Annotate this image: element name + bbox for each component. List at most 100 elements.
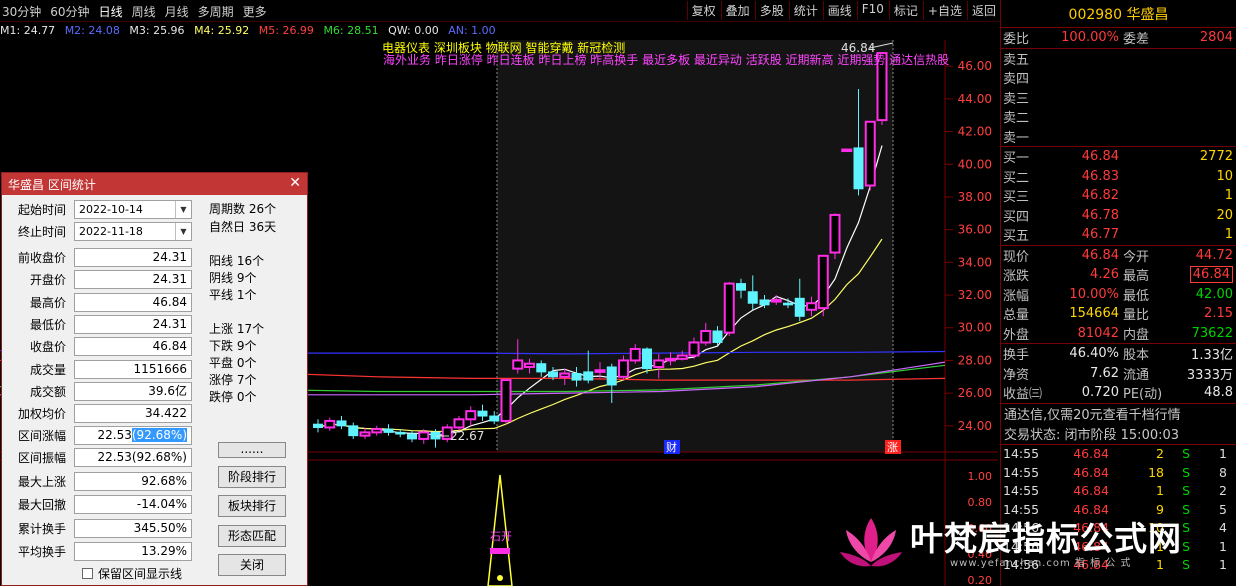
close-icon[interactable]: ✕ xyxy=(289,175,301,191)
field-row: 最低价 24.31 xyxy=(2,314,192,335)
chevron-down-icon[interactable]: ▼ xyxy=(175,201,191,218)
field-value[interactable]: 24.31 xyxy=(74,314,192,334)
price-stat-row: 涨幅 10.00% 最低 42.00 xyxy=(1001,285,1236,305)
stat-natural-days: 自然日 36天 xyxy=(209,220,277,234)
upgrade-ad[interactable]: 通达信,仅需20元查看千档行情 xyxy=(1001,404,1236,424)
field-value[interactable]: 46.84 xyxy=(74,292,192,312)
candle-body xyxy=(407,433,417,440)
toolbar-button-7[interactable]: +自选 xyxy=(922,1,966,20)
stat-value: 46.84 xyxy=(1155,266,1235,284)
field-value[interactable]: 92.68% xyxy=(74,471,192,491)
y-tick-label: 36.00 xyxy=(958,223,992,237)
candle-body xyxy=(783,302,793,306)
end-date-picker[interactable]: 2022-11-18 ▼ xyxy=(74,222,192,241)
field-value[interactable]: 22.53(92.68%) xyxy=(74,448,192,467)
candle-body xyxy=(336,420,347,427)
stat-down: 下跌 9个 xyxy=(209,339,257,353)
bid-row: 买三 46.82 1 xyxy=(1001,186,1236,206)
field-value[interactable]: 13.29% xyxy=(74,542,192,562)
fundamental-row: 收益㈢ 0.720 PE(动) 48.8 xyxy=(1001,383,1236,403)
field-value[interactable]: -14.04% xyxy=(74,495,192,515)
stat-limit-down: 跌停 0个 xyxy=(209,390,257,404)
stat-label: 今开 xyxy=(1123,249,1150,265)
period-tab-3[interactable]: 周线 xyxy=(132,3,156,20)
toolbar-button-2[interactable]: 多股 xyxy=(754,1,788,20)
field-label: 收盘价 xyxy=(29,340,66,355)
stat-label: 最高 xyxy=(1123,269,1150,285)
candle-body xyxy=(477,410,488,417)
bid-label: 买三 xyxy=(1003,190,1030,206)
period-tab-6[interactable]: 更多 xyxy=(243,3,267,20)
stage-rank-button[interactable]: 阶段排行 xyxy=(218,466,286,488)
more-button[interactable]: ...... xyxy=(218,442,286,458)
candle-body xyxy=(841,148,853,153)
period-tab-4[interactable]: 月线 xyxy=(165,3,189,20)
stat-value: 4.26 xyxy=(1090,267,1119,283)
field-value[interactable]: 46.84 xyxy=(74,337,192,357)
candle-body xyxy=(359,431,371,437)
bid-row: 买五 46.77 1 xyxy=(1001,225,1236,245)
period-tab-2[interactable]: 日线 xyxy=(99,3,123,20)
y-tick-label: 26.00 xyxy=(958,386,992,400)
sub-indicator-bar xyxy=(490,548,510,554)
stat-value-text: 44.72 xyxy=(1195,247,1233,263)
toolbar-buttons: 复权 叠加 多股 统计 画线 F10 标记 +自选 返回 xyxy=(686,1,1000,20)
field-value[interactable]: 39.6亿 xyxy=(74,381,192,401)
close-button[interactable]: 关闭 xyxy=(218,554,286,576)
toolbar-button-5[interactable]: F10 xyxy=(856,1,888,20)
stat-value: 1.33亿 xyxy=(1191,348,1233,364)
pattern-match-button[interactable]: 形态匹配 xyxy=(218,525,286,547)
field-value[interactable]: 345.50% xyxy=(74,518,192,538)
field-value[interactable]: 24.31 xyxy=(74,248,192,267)
bid-volume: 20 xyxy=(1216,207,1233,223)
watermark-subtext: www.yefanchen.com 指 标 公 式 xyxy=(950,558,1132,569)
checkbox-box[interactable] xyxy=(82,568,93,579)
period-tab-5[interactable]: 多周期 xyxy=(198,3,234,20)
tick-price: 46.84 xyxy=(1073,483,1109,499)
ask-book: 卖五 卖四 卖三 卖二 卖一 xyxy=(1001,49,1236,147)
dialog-titlebar[interactable]: 华盛昌 区间统计 ✕ xyxy=(2,173,307,195)
field-label: 平均换手 xyxy=(17,545,66,560)
candle-body xyxy=(700,330,712,344)
candle-body xyxy=(665,357,676,362)
field-label: 最大回撤 xyxy=(17,498,66,513)
tick-row: 14:55 46.84 1 S 2 xyxy=(1001,482,1236,501)
bid-volume: 1 xyxy=(1224,227,1233,243)
stat-yin: 阴线 9个 xyxy=(209,271,257,285)
stat-label: 现价 xyxy=(1003,249,1030,265)
toolbar-button-6[interactable]: 标记 xyxy=(888,1,922,20)
field-value[interactable]: 1151666 xyxy=(74,359,192,379)
toolbar-button-4[interactable]: 画线 xyxy=(822,1,856,20)
keep-range-line-checkbox[interactable]: 保留区间显示线 xyxy=(82,565,182,582)
sector-rank-button[interactable]: 板块排行 xyxy=(218,495,286,517)
field-row: 累计换手 345.50% xyxy=(2,518,192,539)
candle-body xyxy=(512,359,524,370)
stat-label: 总量 xyxy=(1003,308,1030,324)
candle-body xyxy=(618,359,629,378)
ma2-value: M2: 24.08 xyxy=(64,24,120,37)
top-toolbar: 30分钟 60分钟 日线 周线 月线 多周期 更多 复权 叠加 多股 统计 画线 F10 标记 +自选 返回 xyxy=(0,0,1000,22)
toolbar-button-8[interactable]: 返回 xyxy=(966,1,1000,20)
field-value[interactable]: 34.422 xyxy=(74,404,192,424)
toolbar-button-3[interactable]: 统计 xyxy=(788,1,822,20)
ask-row: 卖一 xyxy=(1001,127,1236,147)
y-tick-label: 38.00 xyxy=(958,190,992,204)
bid-label: 买四 xyxy=(1003,209,1030,225)
period-tab-0[interactable]: 30分钟 xyxy=(2,3,41,20)
end-date-label: 终止时间 xyxy=(17,225,66,239)
range-change-field[interactable]: 22.53(92.68%) xyxy=(74,426,192,445)
toolbar-button-0[interactable]: 复权 xyxy=(686,1,720,20)
start-date-picker[interactable]: 2022-10-14 ▼ xyxy=(74,200,192,219)
candle-body xyxy=(723,282,735,334)
candle-body xyxy=(383,428,394,433)
period-tab-1[interactable]: 60分钟 xyxy=(50,3,89,20)
field-row: 最大上涨 92.68% xyxy=(2,471,192,492)
stock-title[interactable]: 002980 华盛昌 xyxy=(1001,0,1236,28)
bid-price: 46.84 xyxy=(1081,149,1119,165)
y-tick-label: 40.00 xyxy=(958,157,992,171)
toolbar-button-1[interactable]: 叠加 xyxy=(720,1,754,20)
chevron-down-icon[interactable]: ▼ xyxy=(175,223,191,240)
y-tick-label: 24.00 xyxy=(958,419,992,433)
stat-label: 量比 xyxy=(1123,308,1150,324)
field-value[interactable]: 24.31 xyxy=(74,270,192,290)
